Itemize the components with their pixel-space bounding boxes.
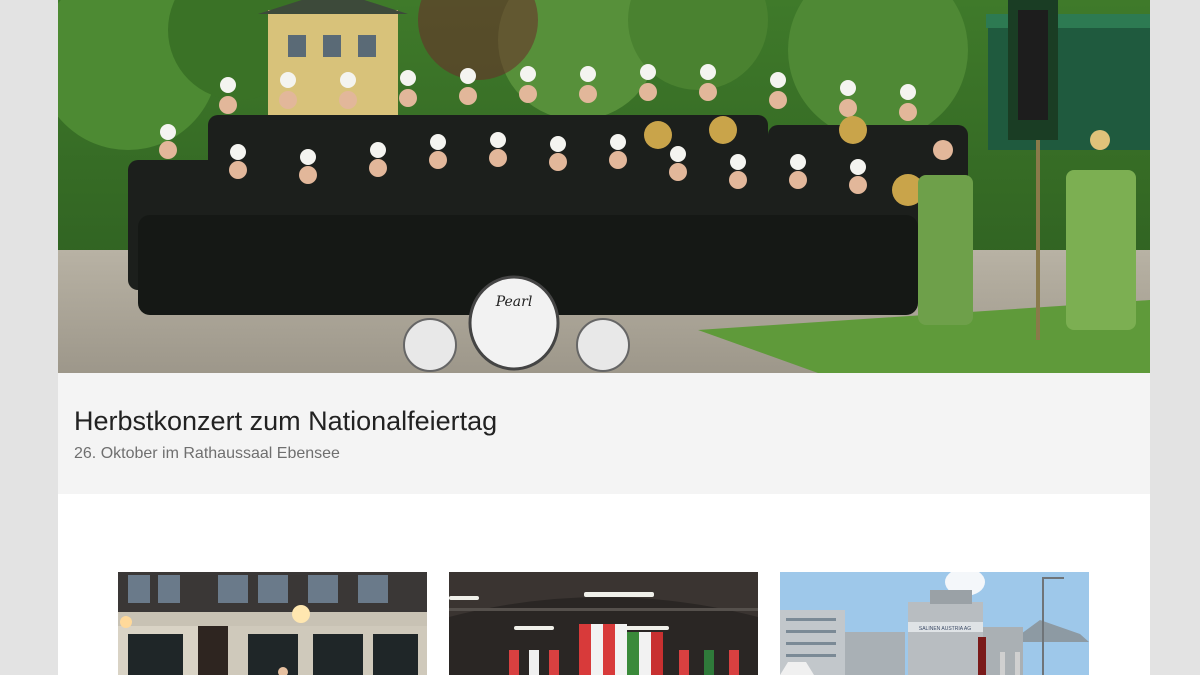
night-building-photo: [118, 572, 427, 675]
drum-brand-label: Pearl: [495, 294, 533, 310]
hero-caption: Herbstkonzert zum Nationalfeiertag 26. O…: [58, 373, 1150, 494]
teaser-card-1[interactable]: [118, 572, 427, 675]
page-subtitle: 26. Oktober im Rathaussaal Ebensee: [74, 445, 340, 462]
teaser-card-2[interactable]: [449, 572, 758, 675]
content-container: Pearl Herbstkonzert zum Nationalfeiertag…: [58, 0, 1150, 675]
teaser-card-3[interactable]: SALINEN AUSTRIA AG: [780, 572, 1089, 675]
band-group-photo: Pearl: [58, 0, 1150, 373]
festival-hall-photo: [449, 572, 758, 675]
building-sign: SALINEN AUSTRIA AG: [919, 626, 971, 632]
hero-photo-link[interactable]: Pearl: [58, 0, 1150, 373]
page-title: Herbstkonzert zum Nationalfeiertag: [74, 406, 498, 436]
outdoor-building-photo: SALINEN AUSTRIA AG: [780, 572, 1089, 675]
